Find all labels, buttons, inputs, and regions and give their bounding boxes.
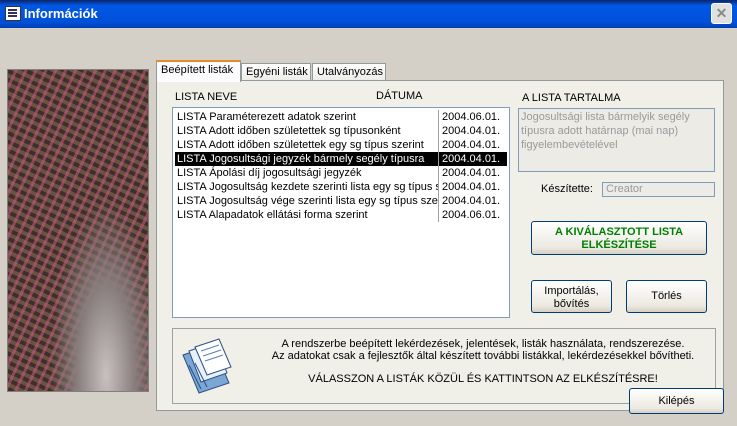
decorative-photo bbox=[7, 69, 149, 392]
list-row-name: LISTA Jogosultság vége szerinti lista eg… bbox=[177, 195, 439, 207]
import-button[interactable]: Importálás, bővítés bbox=[531, 280, 612, 313]
list-row-name: LISTA Adott időben születettek sg típuso… bbox=[177, 125, 401, 137]
info-line-3: VÁLASSZON A LISTÁK KÖZÜL ÉS KATTINTSON A… bbox=[308, 373, 658, 385]
close-button[interactable]: ✕ bbox=[711, 3, 732, 24]
delete-button[interactable]: Törlés bbox=[626, 280, 707, 313]
create-button-line2: ELKÉSZÍTÉSE bbox=[581, 239, 657, 251]
tab-payment[interactable]: Utalványozás bbox=[312, 63, 386, 81]
list-row-date: 2004.04.01. bbox=[438, 138, 509, 152]
list-row-date: 2004.04.01. bbox=[438, 124, 509, 138]
tab-custom-lists[interactable]: Egyéni listák bbox=[241, 63, 311, 81]
list-row-date: 2004.04.01. bbox=[438, 194, 509, 208]
create-list-button[interactable]: A KIVÁLASZTOTT LISTA ELKÉSZÍTÉSE bbox=[531, 221, 707, 255]
list-row-date: 2004.06.01. bbox=[438, 208, 509, 222]
list-row-date: 2004.04.01. bbox=[438, 166, 509, 180]
list-row-name: LISTA Jogosultság kezdete szerinti lista… bbox=[177, 181, 439, 193]
title-bar: Információk ✕ bbox=[0, 0, 737, 28]
list-date-header: DÁTUMA bbox=[376, 90, 423, 102]
list-row[interactable]: LISTA Alapadatok ellátási forma szerint … bbox=[175, 208, 507, 222]
list-row-date: 2004.06.01. bbox=[438, 110, 509, 124]
author-field[interactable]: Creator bbox=[602, 182, 715, 197]
list-row-name: LISTA Jogosultsági jegyzék bármely segél… bbox=[177, 153, 425, 165]
create-button-line1: A KIVÁLASZTOTT LISTA bbox=[554, 226, 684, 238]
list-row-date: 2004.04.01. bbox=[438, 152, 509, 166]
list-row-selected[interactable]: LISTA Jogosultsági jegyzék bármely segél… bbox=[175, 152, 507, 166]
content-label: A LISTA TARTALMA bbox=[522, 92, 621, 104]
list-row[interactable]: LISTA Jogosultság kezdete szerinti lista… bbox=[175, 180, 507, 194]
list-row[interactable]: LISTA Ápolási díj jogosultsági jegyzék 2… bbox=[175, 166, 507, 180]
form-icon bbox=[5, 6, 21, 21]
list-row-name: LISTA Ápolási díj jogosultsági jegyzék bbox=[177, 167, 362, 179]
documents-icon bbox=[182, 338, 232, 394]
import-button-line2: bővítés bbox=[553, 298, 590, 310]
list-row[interactable]: LISTA Adott időben születettek egy sg tí… bbox=[175, 138, 507, 152]
info-line-2: Az adatokat csak a fejlesztők által kész… bbox=[271, 350, 695, 362]
lists-listbox[interactable]: LISTA Paraméterezett adatok szerint 2004… bbox=[172, 107, 510, 318]
list-row-name: LISTA Paraméterezett adatok szerint bbox=[177, 111, 356, 123]
import-button-line1: Importálás, bbox=[544, 285, 599, 297]
author-label: Készítette: bbox=[541, 183, 593, 195]
info-line-1: A rendszerbe beépített lekérdezések, jel… bbox=[281, 338, 685, 350]
list-name-header: LISTA NEVE bbox=[175, 91, 238, 103]
list-row[interactable]: LISTA Jogosultság vége szerinti lista eg… bbox=[175, 194, 507, 208]
content-textarea[interactable]: Jogosultsági lista bármelyik segély típu… bbox=[518, 108, 715, 172]
exit-button[interactable]: Kilépés bbox=[629, 388, 724, 414]
tab-builtin-lists[interactable]: Beépített listák bbox=[156, 60, 241, 82]
list-row[interactable]: LISTA Adott időben születettek sg típuso… bbox=[175, 124, 507, 138]
window-title: Információk bbox=[24, 6, 98, 21]
list-row[interactable]: LISTA Paraméterezett adatok szerint 2004… bbox=[175, 110, 507, 124]
list-row-name: LISTA Adott időben születettek egy sg tí… bbox=[177, 139, 424, 151]
list-row-name: LISTA Alapadatok ellátási forma szerint bbox=[177, 209, 368, 221]
tab-panel: LISTA NEVE DÁTUMA LISTA Paraméterezett a… bbox=[156, 80, 724, 411]
list-row-date: 2004.04.01. bbox=[438, 180, 509, 194]
window-body: Beépített listák Egyéni listák Utalványo… bbox=[0, 28, 737, 426]
